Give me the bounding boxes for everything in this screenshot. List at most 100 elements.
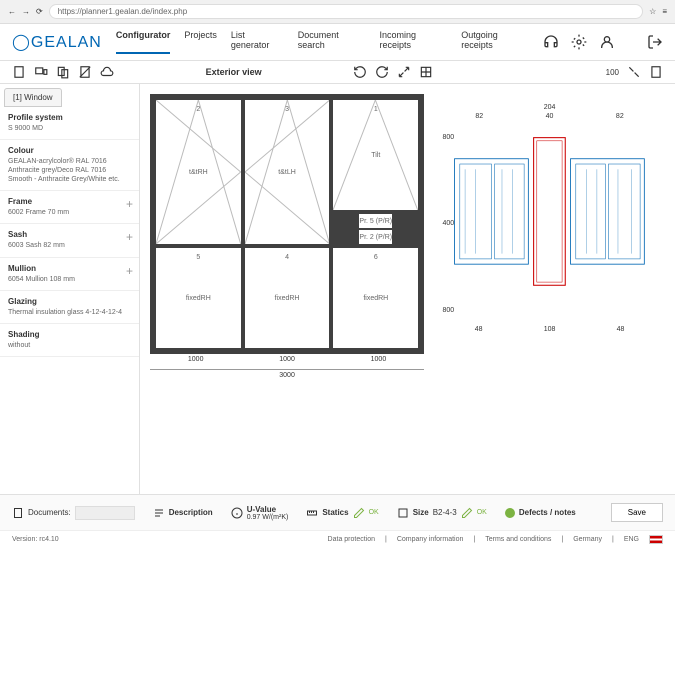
footer-link[interactable]: Terms and conditions xyxy=(485,536,551,543)
profile-width: 204 xyxy=(444,104,655,111)
copy-icon[interactable] xyxy=(56,65,70,79)
documents-dropzone[interactable] xyxy=(75,506,135,520)
defects-section[interactable]: Defects / notes xyxy=(505,508,576,518)
gear-icon[interactable] xyxy=(571,34,587,50)
pane-label: Pr. 2 (P/R) xyxy=(359,234,392,241)
dim-total-width: 3000 xyxy=(150,369,424,381)
prop-glazing[interactable]: Glazing Thermal insulation glass 4-12-4-… xyxy=(0,291,139,324)
pane-fixed-small[interactable]: Pr. 5 (P/R) Pr. 2 (P/R) xyxy=(333,214,418,244)
size-section[interactable]: Size B2-4-3 OK xyxy=(397,507,487,519)
nav-projects[interactable]: Projects xyxy=(184,30,217,54)
nav-configurator[interactable]: Configurator xyxy=(116,30,171,54)
window-tab[interactable]: [1] Window xyxy=(4,88,62,107)
app-header: ◯GEALAN Configurator Projects List gener… xyxy=(0,24,675,61)
pane-5[interactable]: 5 fixedRH xyxy=(156,248,241,348)
pane-num: 1 xyxy=(374,106,378,113)
pane-6[interactable]: 6 fixedRH xyxy=(333,248,418,348)
logout-icon[interactable] xyxy=(647,34,663,50)
description-section[interactable]: Description xyxy=(153,507,213,519)
size-label: Size xyxy=(413,508,429,517)
footer-link[interactable]: Company information xyxy=(397,536,464,543)
text-icon xyxy=(153,507,165,519)
plus-icon[interactable]: + xyxy=(126,230,133,244)
version-label: Version: rc4.10 xyxy=(12,536,59,543)
footer-link[interactable]: Germany xyxy=(573,536,602,543)
url-bar[interactable]: https://planner1.gealan.de/index.php xyxy=(49,4,643,19)
pane-4[interactable]: 4 fixedRH xyxy=(245,248,330,348)
save-button[interactable]: Save xyxy=(611,503,663,522)
prop-mullion[interactable]: Mullion 6054 Mullion 108 mm + xyxy=(0,258,139,291)
bottom-panel: Documents: Description U-Value 0.97 W/(m… xyxy=(0,494,675,530)
lang-label[interactable]: ENG xyxy=(624,536,639,543)
plus-icon[interactable]: + xyxy=(126,264,133,278)
redo-icon[interactable] xyxy=(375,65,389,79)
pane-2[interactable]: 2 t&tRH xyxy=(156,100,241,244)
prop-frame[interactable]: Frame 6002 Frame 70 mm + xyxy=(0,191,139,224)
pane-num: 4 xyxy=(285,254,289,261)
pencil-icon[interactable] xyxy=(353,507,365,519)
footer: Version: rc4.10 Data protection| Company… xyxy=(0,530,675,548)
pane-3[interactable]: 3 t&tLH xyxy=(245,100,330,244)
window-drawing[interactable]: 2 t&tRH 1 Tilt 3 t&tLH Pr. 5 (P/R) xyxy=(150,94,424,484)
statics-section[interactable]: Statics OK xyxy=(306,507,378,519)
profile-drawing xyxy=(444,122,655,322)
user-icon[interactable] xyxy=(599,34,615,50)
nav-incoming[interactable]: Incoming receipts xyxy=(379,30,447,54)
prop-value: GEALAN-acrylcolor® RAL 7016 Anthracite g… xyxy=(8,157,131,184)
prop-profile-system[interactable]: Profile system S 9000 MD xyxy=(0,107,139,140)
snap-icon[interactable] xyxy=(419,65,433,79)
headset-icon[interactable] xyxy=(543,34,559,50)
expand-icon[interactable] xyxy=(397,65,411,79)
view-title: Exterior view xyxy=(122,67,345,77)
main-area: [1] Window Profile system S 9000 MD Colo… xyxy=(0,84,675,494)
prop-value: S 9000 MD xyxy=(8,124,131,133)
cloud-icon[interactable] xyxy=(100,65,114,79)
page-icon[interactable] xyxy=(12,65,26,79)
sidebar: [1] Window Profile system S 9000 MD Colo… xyxy=(0,84,140,494)
prop-label: Shading xyxy=(8,330,131,339)
fit-icon[interactable] xyxy=(627,65,641,79)
size-value: B2-4-3 xyxy=(433,508,457,517)
pane-num: 5 xyxy=(196,254,200,261)
pane-num: 6 xyxy=(374,254,378,261)
nav-outgoing[interactable]: Outgoing receipts xyxy=(461,30,529,54)
star-icon[interactable]: ☆ xyxy=(649,7,656,16)
menu-icon[interactable]: ≡ xyxy=(662,7,667,16)
back-icon[interactable]: ← xyxy=(8,7,16,16)
info-icon xyxy=(231,507,243,519)
forward-icon[interactable]: → xyxy=(22,7,30,16)
ok-badge: OK xyxy=(477,509,487,516)
nav-list-generator[interactable]: List generator xyxy=(231,30,284,54)
footer-link[interactable]: Data protection xyxy=(328,536,375,543)
nav-document-search[interactable]: Document search xyxy=(298,30,366,54)
prop-colour[interactable]: Colour GEALAN-acrylcolor® RAL 7016 Anthr… xyxy=(0,140,139,191)
plus-icon[interactable]: + xyxy=(126,197,133,211)
prop-shading[interactable]: Shading without xyxy=(0,324,139,357)
reload-icon[interactable]: ⟳ xyxy=(36,7,43,16)
uvalue-section[interactable]: U-Value 0.97 W/(m²K) xyxy=(231,505,289,521)
ok-badge: OK xyxy=(369,509,379,516)
prop-sash[interactable]: Sash 6003 Sash 82 mm + xyxy=(0,224,139,257)
sheet-icon[interactable] xyxy=(649,65,663,79)
pane-label: Pr. 5 (P/R) xyxy=(359,218,392,225)
prop-value: Thermal insulation glass 4-12-4-12-4 xyxy=(8,308,131,317)
prop-label: Sash xyxy=(8,230,131,239)
canvas[interactable]: 2 t&tRH 1 Tilt 3 t&tLH Pr. 5 (P/R) xyxy=(140,84,675,494)
delete-icon[interactable] xyxy=(78,65,92,79)
pane-1[interactable]: 1 Tilt xyxy=(333,100,418,210)
pane-label: fixedRH xyxy=(363,295,388,302)
devices-icon[interactable] xyxy=(34,65,48,79)
documents-section[interactable]: Documents: xyxy=(12,506,135,520)
document-icon xyxy=(12,507,24,519)
browser-chrome: ← → ⟳ https://planner1.gealan.de/index.p… xyxy=(0,0,675,24)
flag-icon[interactable] xyxy=(649,535,663,544)
profile-section[interactable]: 204 824082 4810848 xyxy=(434,94,665,484)
pencil-icon[interactable] xyxy=(461,507,473,519)
prop-value: 6054 Mullion 108 mm xyxy=(8,275,131,284)
prop-label: Mullion xyxy=(8,264,131,273)
status-dot-icon xyxy=(505,508,515,518)
size-icon xyxy=(397,507,409,519)
undo-icon[interactable] xyxy=(353,65,367,79)
main-nav: Configurator Projects List generator Doc… xyxy=(116,30,529,54)
zoom-value: 100 xyxy=(606,68,619,77)
